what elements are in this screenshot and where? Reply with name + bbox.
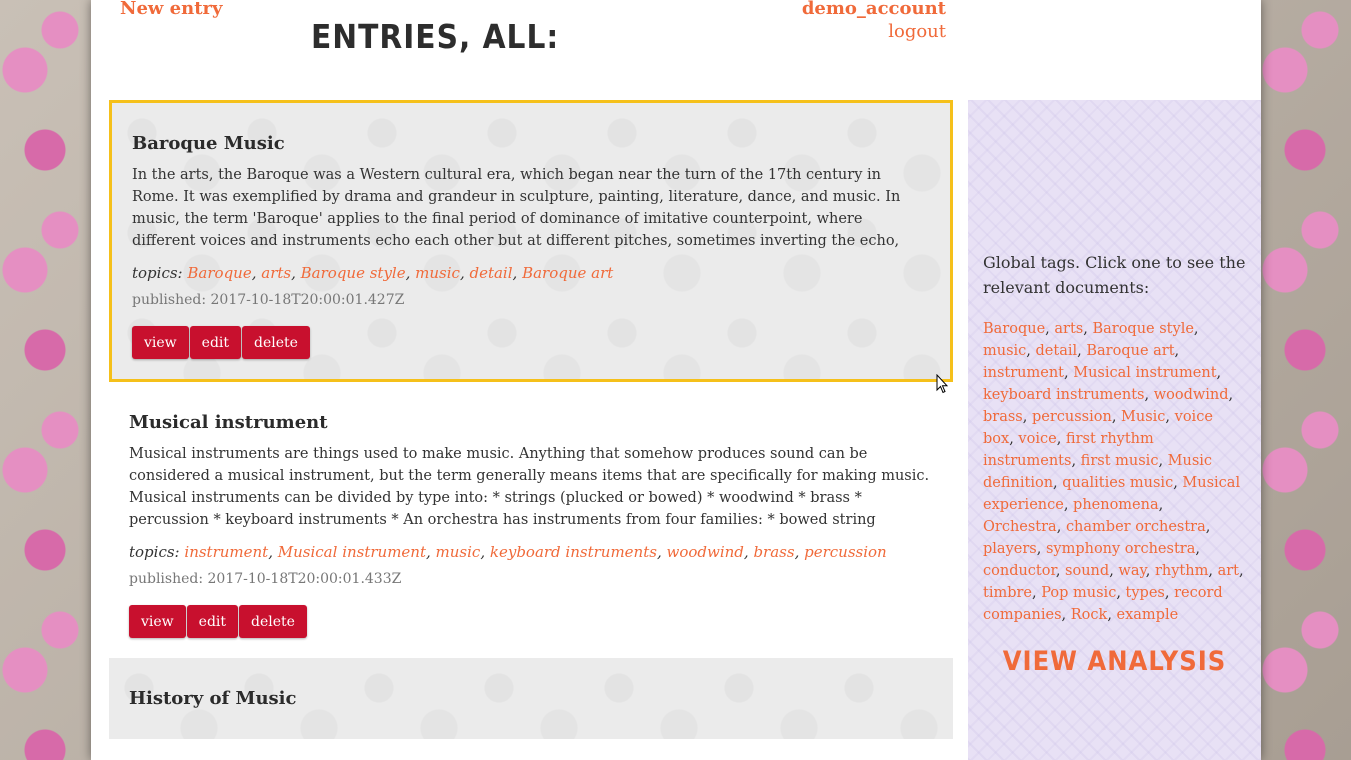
tag-link[interactable]: timbre [983,585,1032,601]
entry-title: Musical instrument [129,412,328,433]
tag-link[interactable]: percussion [1032,409,1112,425]
delete-button[interactable]: delete [239,605,307,638]
account-menu: demo_account logout [802,0,946,42]
tag-link[interactable]: music [436,543,481,561]
tag-link[interactable]: phenomena [1073,497,1159,513]
tag-link[interactable]: Music [1121,409,1165,425]
edit-button[interactable]: edit [189,326,242,359]
entry-published: published: 2017-10-18T20:00:01.427Z [132,292,405,308]
view-button[interactable]: view [129,605,186,638]
view-button[interactable]: view [132,326,189,359]
tag-link[interactable]: brass [753,543,794,561]
page-container: New entry ENTRIES, ALL: demo_account log… [91,0,1261,760]
mouse-cursor-icon [936,374,948,394]
entry-actions: view edit delete [129,605,933,638]
tag-link[interactable]: example [1117,607,1179,623]
tag-link[interactable]: players [983,541,1037,557]
topics-label: topics: [129,543,180,561]
delete-button[interactable]: delete [242,326,310,359]
tag-link[interactable]: Pop music [1041,585,1116,601]
tag-link[interactable]: Baroque [983,321,1045,337]
tag-link[interactable]: brass [983,409,1023,425]
tag-link[interactable]: music [415,264,460,282]
tag-link[interactable]: woodwind [666,543,743,561]
global-tags-list: Baroque, arts, Baroque style, music, det… [983,321,1244,623]
tag-link[interactable]: instrument [184,543,268,561]
tag-link[interactable]: chamber orchestra [1066,519,1206,535]
logout-link[interactable]: logout [802,21,946,42]
tag-link[interactable]: Baroque [187,264,251,282]
tag-link[interactable]: keyboard instruments [983,387,1145,403]
tag-link[interactable]: Baroque art [522,264,613,282]
entries-list: Baroque Music In the arts, the Baroque w… [109,100,953,739]
tag-link[interactable]: Baroque style [1092,321,1193,337]
tag-link[interactable]: qualities music [1062,475,1173,491]
new-entry-link[interactable]: New entry [120,0,222,19]
tag-link[interactable]: arts [261,264,291,282]
tag-link[interactable]: Baroque art [1086,343,1174,359]
tag-link[interactable]: Rock [1071,607,1108,623]
entry-title: History of Music [129,688,297,709]
tag-link[interactable]: keyboard instruments [490,543,657,561]
edit-button[interactable]: edit [186,605,239,638]
entry-topics: topics: instrument, Musical instrument, … [129,543,887,561]
tag-link[interactable]: art [1218,563,1239,579]
page-title: ENTRIES, ALL: [311,17,560,56]
entry-card[interactable]: Baroque Music In the arts, the Baroque w… [109,100,953,382]
global-tags-label: Global tags. Click one to see the releva… [983,253,1246,297]
tag-link[interactable]: detail [469,264,512,282]
entry-card[interactable]: History of Music [109,658,953,739]
tag-link[interactable]: woodwind [1154,387,1229,403]
tag-link[interactable]: detail [1036,343,1078,359]
view-analysis-link[interactable]: VIEW ANALYSIS [983,646,1246,677]
tag-link[interactable]: way [1118,563,1145,579]
tag-link[interactable]: Musical instrument [1073,365,1216,381]
tag-link[interactable]: Musical instrument [278,543,426,561]
tag-link[interactable]: first music [1081,453,1159,469]
entry-description: In the arts, the Baroque was a Western c… [132,167,901,249]
entry-title: Baroque Music [132,133,285,154]
account-name-link[interactable]: demo_account [802,0,946,19]
entry-description: Musical instruments are things used to m… [129,446,930,528]
tag-link[interactable]: instrument [983,365,1064,381]
tag-link[interactable]: music [983,343,1026,359]
tag-link[interactable]: voice [1018,431,1056,447]
tag-link[interactable]: arts [1054,321,1083,337]
tag-link[interactable]: symphony orchestra [1046,541,1195,557]
entry-card[interactable]: Musical instrument Musical instruments a… [109,382,953,658]
tag-link[interactable]: conductor [983,563,1056,579]
tag-link[interactable]: sound [1065,563,1109,579]
tag-link[interactable]: percussion [804,543,887,561]
tag-link[interactable]: Baroque style [301,264,406,282]
entry-published: published: 2017-10-18T20:00:01.433Z [129,571,402,587]
entry-actions: view edit delete [132,326,930,359]
global-tags-panel: Global tags. Click one to see the releva… [968,100,1261,760]
tag-link[interactable]: Orchestra [983,519,1057,535]
topics-label: topics: [132,264,183,282]
entry-topics: topics: Baroque, arts, Baroque style, mu… [132,264,614,282]
tag-link[interactable]: types [1126,585,1165,601]
tag-link[interactable]: rhythm [1155,563,1208,579]
